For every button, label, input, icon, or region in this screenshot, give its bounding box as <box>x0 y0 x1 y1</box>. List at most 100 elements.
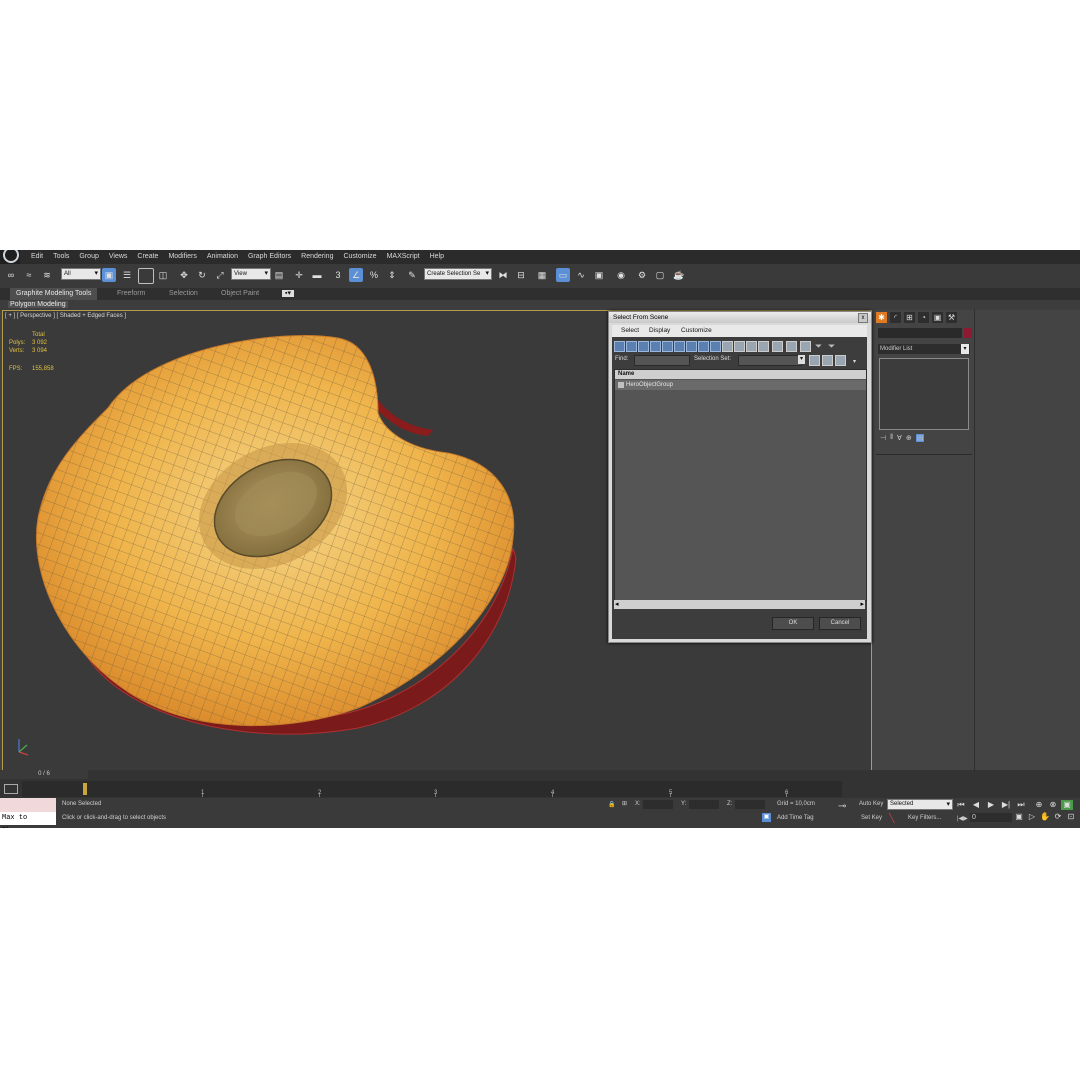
scroll-right-icon[interactable]: ▸ <box>860 600 864 608</box>
scroll-left-icon[interactable]: ◂ <box>615 600 619 608</box>
z-coord-field[interactable] <box>735 800 765 809</box>
display-containers-icon[interactable] <box>722 341 733 352</box>
rendered-frame-icon[interactable]: ▢ <box>653 268 667 282</box>
tab-selection[interactable]: Selection <box>169 290 198 297</box>
rotate-icon[interactable]: ↻ <box>195 268 209 282</box>
x-coord-field[interactable] <box>643 800 673 809</box>
align-icon[interactable]: ⊟ <box>514 268 528 282</box>
selection-set-field[interactable] <box>738 355 802 366</box>
selection-lock-icon[interactable]: 🔒 <box>608 801 615 808</box>
scene-object-list[interactable]: Name HeroObjectGroup <box>614 369 867 601</box>
time-slider-marker[interactable] <box>83 783 87 795</box>
modify-tab-icon[interactable]: ◜ <box>890 312 901 323</box>
invert-display-icon[interactable] <box>786 341 797 352</box>
set-key-button[interactable]: Set Key <box>861 815 882 821</box>
display-frozen-icon[interactable] <box>734 341 745 352</box>
display-shapes-icon[interactable] <box>626 341 637 352</box>
menu-rendering[interactable]: Rendering <box>301 253 333 260</box>
edit-set-icon[interactable] <box>822 355 833 366</box>
snaps-toggle-icon[interactable]: 3 <box>331 268 345 282</box>
display-helpers-icon[interactable] <box>662 341 673 352</box>
go-to-start-icon[interactable]: ⏮ <box>955 800 967 810</box>
dialog-close-button[interactable]: x <box>858 313 868 323</box>
move-icon[interactable]: ✥ <box>177 268 191 282</box>
graphite-toggle-icon[interactable]: ▭ <box>556 268 570 282</box>
object-name-field[interactable] <box>878 328 962 338</box>
menu-graph-editors[interactable]: Graph Editors <box>248 253 291 260</box>
remove-modifier-icon[interactable]: ⊕ <box>906 434 912 442</box>
pan-icon[interactable]: ✋ <box>1039 812 1051 822</box>
next-frame-icon[interactable]: ▶| <box>1000 800 1012 810</box>
find-input[interactable] <box>634 355 690 366</box>
filter-options-icon[interactable]: ⏷ <box>828 341 835 352</box>
menu-group[interactable]: Group <box>79 253 98 260</box>
zoom-icon[interactable]: ⊕ <box>1033 800 1045 810</box>
filter-icon[interactable]: ⏷ <box>815 341 822 352</box>
previous-frame-icon[interactable]: ◀ <box>970 800 982 810</box>
cancel-button[interactable]: Cancel <box>819 617 861 630</box>
tab-object-paint[interactable]: Object Paint <box>221 290 259 297</box>
select-by-name-icon[interactable]: ☰ <box>120 268 134 282</box>
display-none-icon[interactable] <box>772 341 783 352</box>
make-unique-icon[interactable]: ∀ <box>897 434 902 442</box>
current-frame-field[interactable]: 0 <box>970 813 1012 822</box>
display-hidden-icon[interactable] <box>746 341 757 352</box>
create-tab-icon[interactable]: ✱ <box>876 312 887 323</box>
render-production-icon[interactable]: ☕ <box>672 268 686 282</box>
select-manipulate-icon[interactable]: ✛ <box>292 268 306 282</box>
maximize-viewport-icon[interactable]: ⊡ <box>1065 812 1077 822</box>
angle-snap-icon[interactable]: ∠ <box>349 268 363 282</box>
menu-help[interactable]: Help <box>430 253 444 260</box>
tab-freeform[interactable]: Freeform <box>117 290 145 297</box>
display-geometry-icon[interactable] <box>614 341 625 352</box>
edit-named-selection-icon[interactable]: ✎ <box>405 268 419 282</box>
object-color-swatch[interactable] <box>964 328 972 338</box>
scale-icon[interactable]: ⤢ <box>213 268 227 282</box>
selection-filter-dropdown[interactable]: All <box>61 268 101 280</box>
auto-key-button[interactable]: Auto Key <box>859 801 883 807</box>
menu-views[interactable]: Views <box>109 253 128 260</box>
rect-selection-icon[interactable] <box>138 268 154 284</box>
pivot-center-icon[interactable]: ▤ <box>272 268 286 282</box>
ribbon-options-icon[interactable]: ▪▾ <box>282 290 294 297</box>
zoom-extents-icon[interactable]: ▣ <box>1061 800 1073 810</box>
set-key-pencil-icon[interactable]: ╲ <box>889 813 894 824</box>
motion-tab-icon[interactable]: ◔ <box>918 312 929 323</box>
display-cameras-icon[interactable] <box>650 341 661 352</box>
utilities-tab-icon[interactable]: ⚒ <box>946 312 957 323</box>
play-icon[interactable]: ▶ <box>985 800 997 810</box>
time-slider[interactable]: 0 / 6 <box>0 770 88 779</box>
maxscript-listener-input[interactable]: Max to Physc. <box>0 812 56 828</box>
display-bones-icon[interactable] <box>710 341 721 352</box>
render-setup-icon[interactable]: ⚙ <box>635 268 649 282</box>
mirror-icon[interactable]: ⧓ <box>496 268 510 282</box>
delete-set-icon[interactable] <box>835 355 846 366</box>
display-all-icon[interactable] <box>758 341 769 352</box>
window-crossing-icon[interactable]: ◫ <box>156 268 170 282</box>
absolute-mode-icon[interactable]: ⊞ <box>622 800 627 807</box>
menu-modifiers[interactable]: Modifiers <box>168 253 196 260</box>
key-mode-dropdown[interactable]: Selected <box>887 799 953 810</box>
fov-icon[interactable]: ▷ <box>1026 812 1038 822</box>
curve-editor-icon[interactable]: ∿ <box>574 268 588 282</box>
spinner-snap-icon[interactable]: ⇕ <box>385 268 399 282</box>
named-selection-set-dropdown[interactable]: Create Selection Se <box>424 268 492 280</box>
ok-button[interactable]: OK <box>772 617 814 630</box>
tab-graphite-modeling-tools[interactable]: Graphite Modeling Tools <box>10 288 98 300</box>
app-logo-icon[interactable] <box>0 250 20 264</box>
material-editor-icon[interactable]: ◉ <box>614 268 628 282</box>
toolbar-overflow-icon[interactable]: ▾ <box>853 358 856 365</box>
key-icon[interactable]: ⊸ <box>838 801 846 812</box>
schematic-view-icon[interactable]: ▣ <box>592 268 606 282</box>
menu-animation[interactable]: Animation <box>207 253 238 260</box>
go-to-end-icon[interactable]: ⏭ <box>1015 800 1027 810</box>
percent-snap-icon[interactable]: % <box>367 268 381 282</box>
menu-edit[interactable]: Edit <box>31 253 43 260</box>
pin-stack-icon[interactable]: ⊣ <box>880 434 886 442</box>
configure-sets-icon[interactable]: ▤ <box>915 434 925 442</box>
time-tag-icon[interactable]: ▣ <box>762 813 771 822</box>
keyboard-shortcut-icon[interactable]: ▬ <box>310 268 324 282</box>
modifier-list-dropdown[interactable]: Modifier List <box>878 344 970 354</box>
display-tab-icon[interactable]: ▣ <box>932 312 943 323</box>
layer-manager-icon[interactable]: ▦ <box>535 268 549 282</box>
